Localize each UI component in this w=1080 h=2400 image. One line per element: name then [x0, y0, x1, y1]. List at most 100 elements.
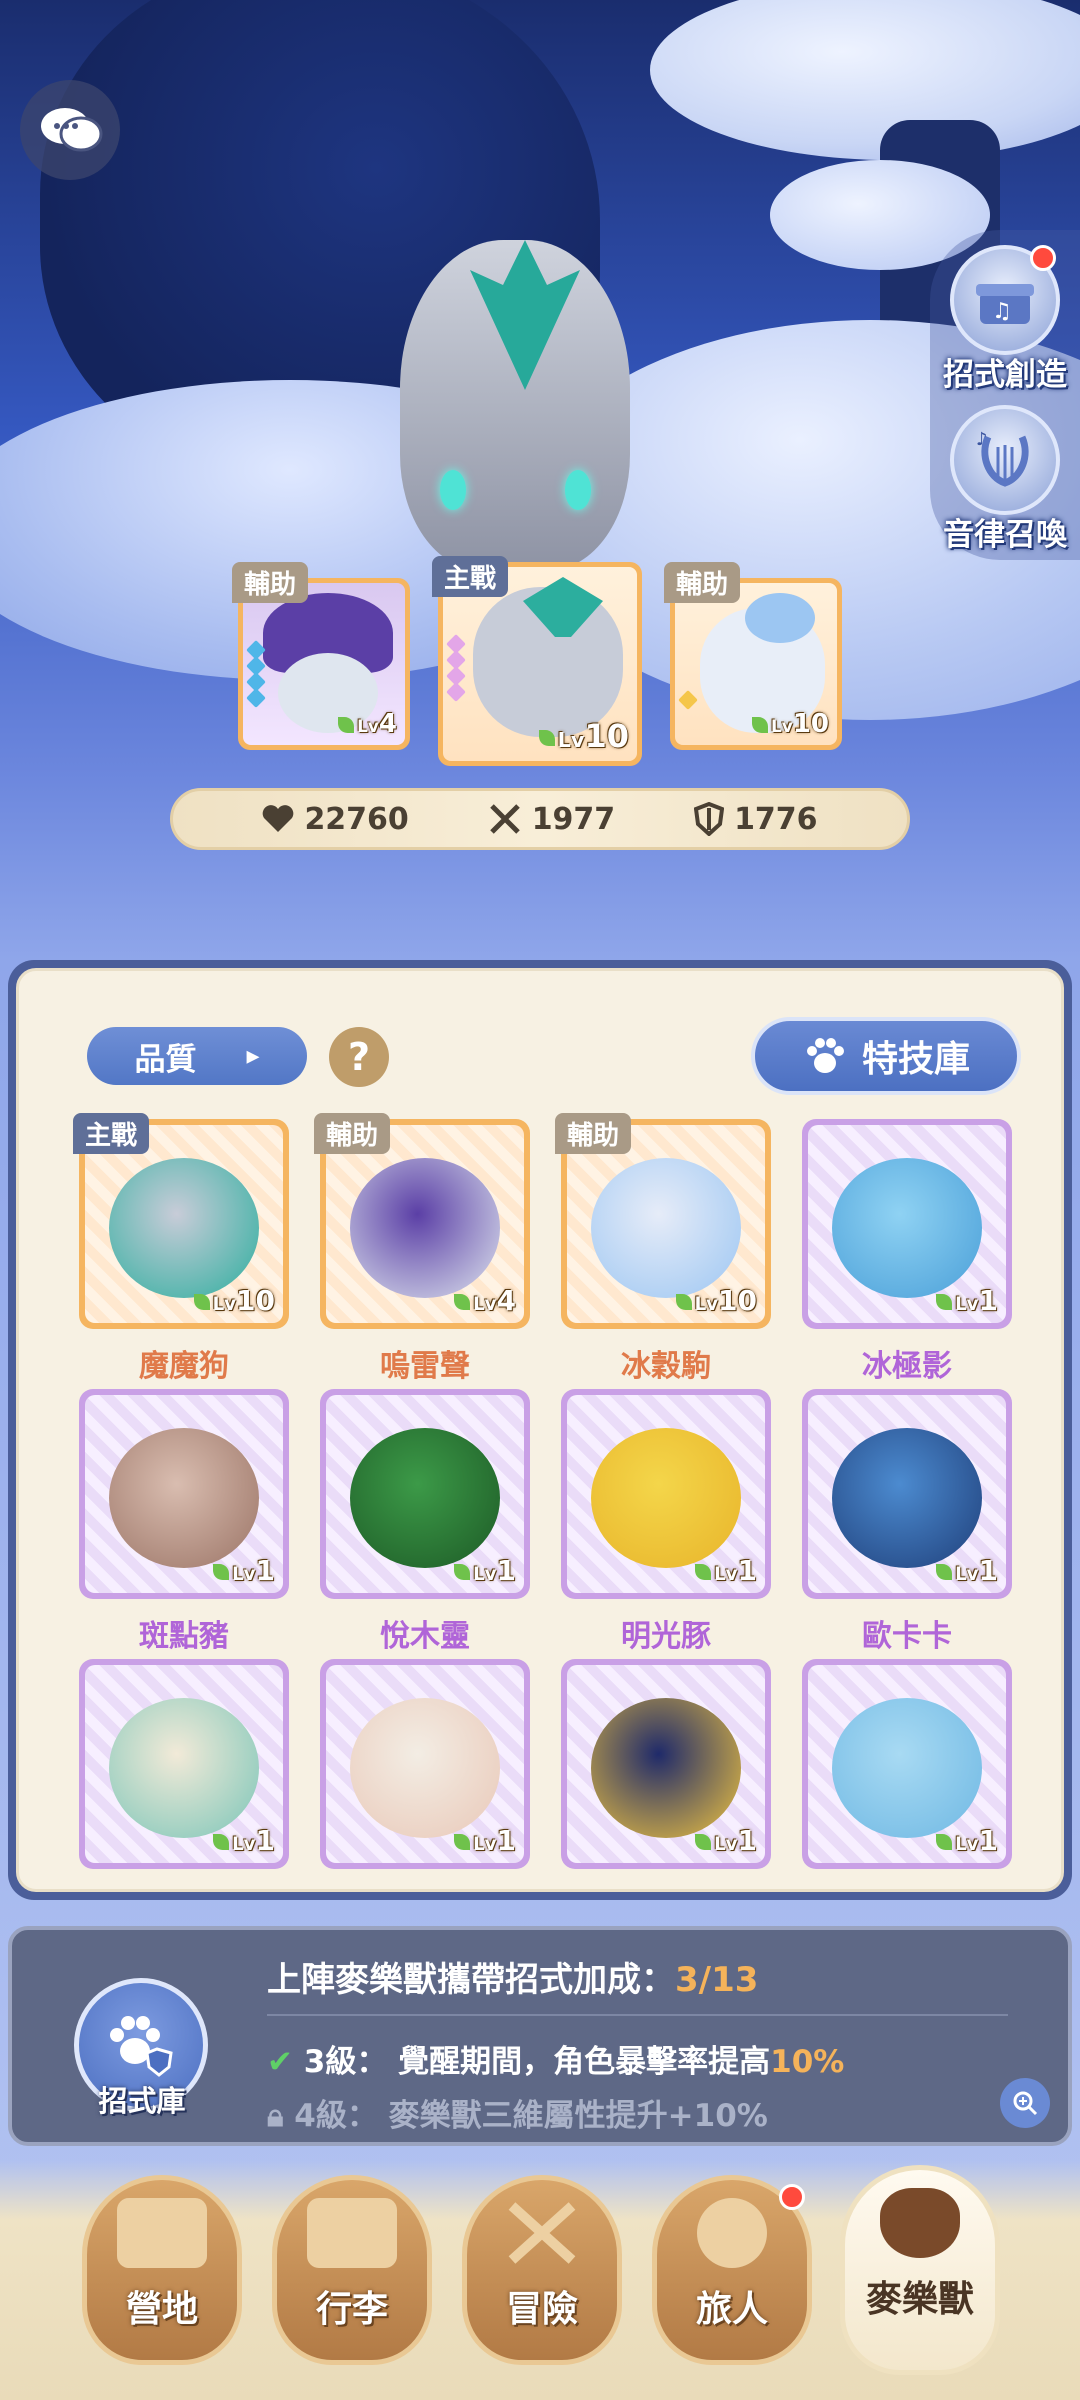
melobeast-head-icon [880, 2188, 960, 2258]
rarity-stars [246, 640, 266, 708]
nav-traveler[interactable]: 旅人 [652, 2175, 812, 2365]
skill-library-badge-label: 招式庫 [98, 2084, 186, 2118]
level-badge: Lv1 [213, 1554, 275, 1587]
creature-card[interactable]: Lv1 歐卡卡 [802, 1389, 1012, 1655]
rarity-stars [678, 690, 698, 710]
creature-portrait [832, 1157, 982, 1298]
creature-card[interactable]: Lv1 冰極影 [802, 1119, 1012, 1385]
creature-name: 悅木靈 [380, 1619, 470, 1654]
chat-button[interactable] [20, 80, 120, 180]
skill-library-label: 特技庫 [861, 1039, 970, 1080]
divider [267, 2014, 1008, 2016]
creature-card[interactable]: Lv4 輔助 嗚雷聲 [314, 1113, 530, 1385]
creature-portrait [591, 1427, 741, 1568]
creature-portrait [350, 1157, 500, 1298]
backpack-icon [307, 2198, 397, 2268]
level-badge: Lv10 [538, 717, 629, 755]
level-badge: Lv1 [454, 1824, 516, 1857]
caret-right-icon: ▸ [246, 1041, 260, 1071]
creature-crest [745, 593, 815, 643]
skill-create-button[interactable]: ♫ 招式創造 [930, 245, 1080, 394]
creature-portrait [832, 1697, 982, 1838]
melody-summon-button[interactable]: ♪ 音律召喚 [930, 405, 1080, 554]
nav-camp[interactable]: 營地 [82, 2175, 242, 2365]
creature-portrait-frame: Lv1 [802, 1659, 1012, 1869]
team-role-tag: 主戰 [432, 556, 509, 597]
traveler-avatar-icon [697, 2198, 767, 2268]
nav-luggage[interactable]: 行李 [272, 2175, 432, 2365]
team-role-tag: 輔助 [232, 562, 309, 603]
creature-card[interactable]: Lv10 主戰魔魔狗 [73, 1113, 289, 1385]
team-role-tag: 輔助 [664, 562, 741, 603]
rarity-stars [446, 634, 466, 702]
defense-stat: 1776 [694, 802, 818, 837]
creature-portrait-frame: Lv10 主戰 [73, 1113, 289, 1329]
crossed-swords-icon [497, 2198, 587, 2268]
level-badge: Lv1 [454, 1554, 516, 1587]
magnifier-icon [1013, 2091, 1038, 2116]
bonus-row-active: ✔ 3級： 覺醒期間，角色暴擊率提高10% [267, 2044, 845, 2080]
creature-card[interactable]: Lv1 [561, 1659, 771, 1869]
creature-portrait [350, 1697, 500, 1838]
quality-sort-button[interactable]: 品質 ▸ [87, 1027, 307, 1085]
heart-icon [263, 805, 294, 832]
level-badge: Lv1 [936, 1824, 998, 1857]
creature-name: 魔魔狗 [139, 1349, 229, 1384]
nav-adventure[interactable]: 冒險 [462, 2175, 622, 2365]
creature-role-tag: 主戰 [73, 1113, 150, 1154]
notification-dot [779, 2184, 805, 2210]
help-button[interactable]: ? [329, 1027, 389, 1087]
lock-icon: 🔒︎ [267, 2098, 284, 2134]
level-badge: Lv4 [338, 709, 397, 739]
level-badge: Lv1 [936, 1554, 998, 1587]
creature-portrait [109, 1427, 259, 1568]
creature-role-tag: 輔助 [314, 1113, 391, 1154]
creature-portrait [109, 1157, 259, 1298]
creature-card[interactable]: Lv1 悅木靈 [320, 1389, 530, 1655]
creature-card[interactable]: Lv1 [320, 1659, 530, 1869]
skill-create-label: 招式創造 [943, 357, 1067, 393]
creature-portrait-frame: Lv1 [320, 1389, 530, 1599]
nav-melobeast[interactable]: 麥樂獸 [840, 2165, 1000, 2375]
chat-bubbles-icon [41, 108, 103, 152]
creature-portrait [350, 1427, 500, 1568]
creature-portrait-frame: Lv4 輔助 [314, 1113, 530, 1329]
creature-name: 明光豚 [621, 1619, 711, 1654]
level-badge: Lv1 [695, 1824, 757, 1857]
check-icon: ✔ [267, 2044, 293, 2080]
team-slot-support-right[interactable]: Lv10 輔助 [664, 562, 842, 750]
lyre-icon: ♪ [950, 405, 1060, 515]
creature-portrait-frame: Lv1 [79, 1659, 289, 1869]
creature-card[interactable]: Lv1 [79, 1659, 289, 1869]
team-slot-main[interactable]: Lv10 主戰 [432, 556, 642, 766]
creature-card[interactable]: Lv1 [802, 1659, 1012, 1869]
paw-shield-icon [110, 2016, 173, 2077]
castle-icon [117, 2198, 207, 2268]
creature-portrait [832, 1427, 982, 1568]
creature-portrait-frame: Lv1 [561, 1389, 771, 1599]
crossed-swords-icon [489, 804, 520, 834]
shield-icon [694, 802, 725, 836]
creature-portrait-frame: Lv10 輔助 [555, 1113, 771, 1329]
level-badge: Lv1 [213, 1824, 275, 1857]
level-badge: Lv10 [675, 1284, 757, 1317]
creature-portrait [109, 1697, 259, 1838]
bonus-row-locked: 🔒︎ 4級： 麥樂獸三維屬性提升+10% [267, 2098, 768, 2134]
team-slot-support-left[interactable]: Lv4 輔助 [232, 562, 410, 750]
skill-library-button[interactable]: 特技庫 [751, 1017, 1021, 1095]
zoom-button[interactable] [1000, 2078, 1050, 2128]
creature-name: 斑點豬 [139, 1619, 229, 1654]
attack-stat: 1977 [488, 802, 615, 837]
team-stats-bar: 22760 1977 1776 [170, 788, 910, 850]
melody-summon-label: 音律召喚 [943, 517, 1067, 553]
beast-eye [565, 470, 591, 510]
creature-card[interactable]: Lv10 輔助冰穀駒 [555, 1113, 771, 1385]
scene-mushroom [650, 0, 1080, 160]
creature-name: 冰穀駒 [621, 1349, 711, 1384]
creature-portrait-frame: Lv1 [802, 1119, 1012, 1329]
creature-portrait [591, 1157, 741, 1298]
creature-card[interactable]: Lv1 斑點豬 [79, 1389, 289, 1655]
creature-name: 冰極影 [862, 1349, 952, 1384]
notification-dot [1030, 245, 1056, 271]
creature-card[interactable]: Lv1 明光豚 [561, 1389, 771, 1655]
